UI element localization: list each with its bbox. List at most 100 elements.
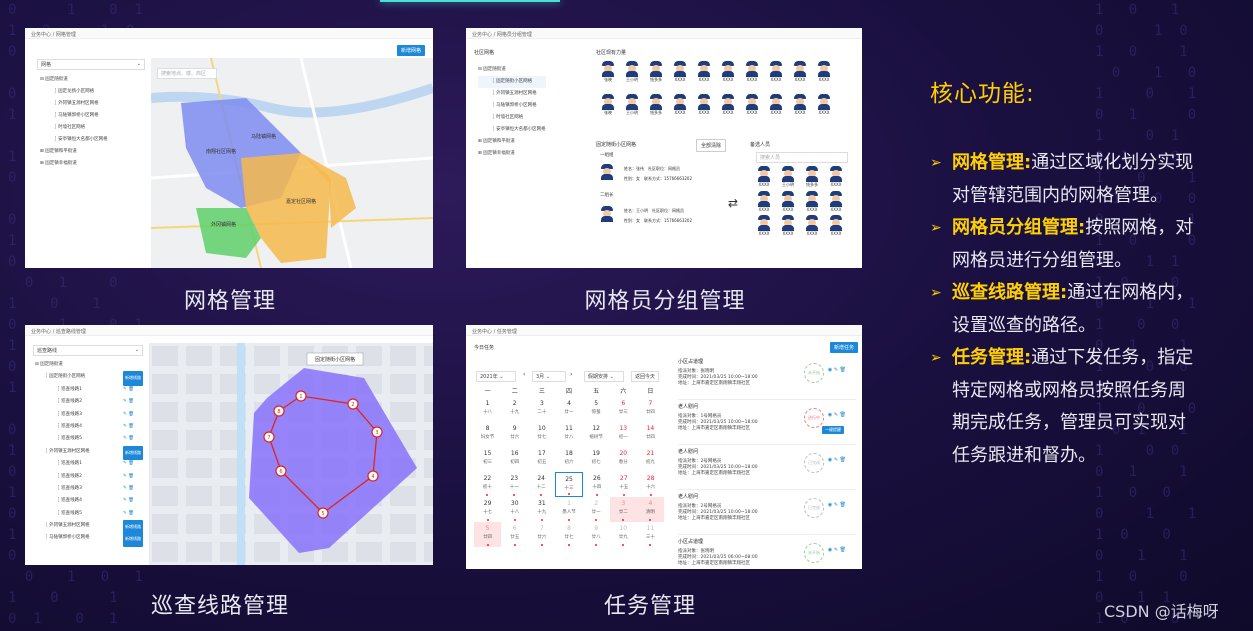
member-avatar[interactable]: XXXX [670, 61, 690, 82]
calendar-day[interactable]: 17 初五 [528, 447, 555, 472]
member-avatar[interactable]: XXXX [826, 191, 846, 212]
calendar-day[interactable]: 5 惊蛰 [583, 397, 610, 422]
task-actions[interactable]: ◉ ✎ 🗑 [828, 367, 846, 373]
tree-item[interactable]: ┊ 马陆镇郭桥小区网格 新增线路 [35, 532, 143, 547]
calendar-day[interactable]: 9 廿六 [501, 422, 528, 447]
member-avatar[interactable]: XXXX [766, 61, 786, 82]
calendar-day[interactable]: 6 廿三 [610, 397, 637, 422]
member-avatar[interactable]: XXXX [778, 215, 798, 236]
calendar-day[interactable]: 10 廿九 [610, 522, 637, 547]
edit-icon[interactable]: ✎ 🗑 [123, 483, 134, 495]
tree-item[interactable]: ┊ 巡查线路4 ✎ 🗑 [35, 495, 134, 507]
member-card[interactable]: 姓名：张伟 社区职位：网格员 性别：女 联系方式：15766663202 [600, 160, 720, 190]
new-task-button[interactable]: 新增任务 [830, 342, 859, 353]
calendar-day[interactable]: 31 十九 [528, 497, 555, 522]
member-avatar[interactable]: 王小明 [622, 94, 642, 116]
calendar-day[interactable]: 8 廿七 [555, 522, 582, 547]
member-avatar[interactable]: 钱多多 [646, 94, 666, 116]
edit-icon[interactable]: ✎ 🗑 [123, 458, 134, 470]
calendar-day[interactable]: 18 初六 [555, 447, 582, 472]
calendar-day[interactable]: 3 二十 [528, 397, 555, 422]
calendar-day[interactable]: 8 妇女节 [474, 422, 501, 447]
member-avatar[interactable]: XXXX [754, 215, 774, 236]
edit-icon[interactable]: ✎ 🗑 [123, 495, 134, 507]
tree-item[interactable]: ⊞ 固定镇和平街道 [40, 146, 108, 158]
edit-icon[interactable]: ✎ 🗑 [123, 471, 134, 483]
calendar-day[interactable]: 22 初十 [474, 472, 501, 497]
calendar-day[interactable]: 4 廿一 [555, 397, 582, 422]
tree-item[interactable]: ⊟ 固定随街道 [478, 64, 546, 76]
tree-item[interactable]: ┊ 时墙社区网格 [40, 122, 108, 134]
member-avatar[interactable]: 钱多多 [646, 61, 666, 83]
task-item[interactable]: 小区占道理 指派对象：张晓明 完成时间：2021/03/25 06:00~08:00… [678, 535, 856, 569]
member-avatar[interactable]: 钱多多 [802, 166, 822, 188]
map-search-input[interactable]: 搜索地点、楼、商区 [157, 68, 217, 79]
task-item[interactable]: 老人慰问 指派对象：2号网格员 完成时间：2021/03/25 10:00~18:0… [678, 490, 856, 535]
calendar-day[interactable]: 1 愚人节 [555, 497, 582, 522]
swap-icon[interactable]: ⇄ [728, 196, 738, 210]
tree-item[interactable]: ⊞ 固定镇幸福街道 [40, 158, 108, 170]
calendar-day[interactable]: 11 三十 [637, 522, 664, 547]
tree-item[interactable]: ⊟ 固定随街道 [40, 74, 108, 86]
tree-item[interactable]: ┊ 巡查线路5 ✎ 🗑 [35, 433, 134, 445]
member-avatar[interactable]: XXXX [670, 94, 690, 115]
member-avatar[interactable]: XXXX [718, 61, 738, 82]
member-avatar[interactable]: 王小明 [778, 166, 798, 188]
member-avatar[interactable]: XXXX [742, 94, 762, 115]
task-item[interactable]: 老人慰问 指派对象：2号网格员 完成时间：2021/03/25 10:00~18:0… [678, 445, 856, 490]
edit-icon[interactable]: ✎ 🗑 [123, 508, 134, 520]
calendar-day[interactable]: 6 廿五 [501, 522, 528, 547]
calendar-day[interactable]: 3 廿二 [609, 497, 637, 522]
grid-select[interactable]: 网格 ⌄ [37, 59, 145, 70]
calendar-day[interactable]: 25 十三 [554, 472, 584, 497]
member-card[interactable]: 姓名：王小明 社区职位：网格员 性别：女 联系方式：15766663202 [600, 202, 720, 232]
calendar-day[interactable]: 7 廿四 [637, 397, 664, 422]
tree-item[interactable]: ┊ 巡查线路1 ✎ 🗑 [35, 384, 134, 396]
calendar-day[interactable]: 7 廿六 [528, 522, 555, 547]
calendar-day[interactable]: 29 十七 [474, 497, 501, 522]
calendar-day[interactable]: 20 春分 [610, 447, 637, 472]
calendar-day[interactable]: 28 十六 [637, 472, 664, 497]
calendar-day[interactable]: 9 廿八 [583, 522, 610, 547]
calendar-day[interactable]: 14 廿四 [637, 422, 664, 447]
tree-item[interactable]: ┊ 时墙社区网格 [478, 112, 546, 124]
tree-item[interactable]: ┊ 巡查线路5 ✎ 🗑 [35, 508, 134, 520]
arrange-select[interactable]: 假期安排 ⌄ [584, 371, 624, 382]
calendar-day[interactable]: 16 初四 [501, 447, 528, 472]
calendar-day[interactable]: 5 廿四 [474, 522, 502, 547]
tree-item[interactable]: ┊ 马陆镇郭桥小区网格 [478, 100, 546, 112]
member-avatar[interactable]: XXXX [766, 94, 786, 115]
tree-item[interactable]: ┊ 安亭镇恒大名都小区网格 [40, 134, 108, 146]
calendar-day[interactable]: 27 十五 [610, 472, 637, 497]
tree-item[interactable]: ┊ 外冈镇五源村区网格 [40, 98, 108, 110]
member-avatar[interactable]: XXXX [814, 61, 834, 82]
clear-all-button[interactable]: 全部清除 [696, 139, 727, 152]
member-avatar[interactable]: XXXX [778, 191, 798, 212]
calendar-day[interactable]: 30 十八 [501, 497, 528, 522]
task-item[interactable]: 老人慰问 指派对象：1号网格员 完成时间：2021/03/25 10:00~18:0… [678, 400, 856, 445]
month-select[interactable]: 3月 ⌄ [532, 371, 566, 382]
member-avatar[interactable]: XXXX [718, 94, 738, 115]
calendar-day[interactable]: 2 廿一 [583, 497, 610, 522]
member-avatar[interactable]: XXXX [694, 94, 714, 115]
tree-item[interactable]: ┊ 安亭镇恒大名都小区网格 [478, 124, 546, 136]
edit-icon[interactable]: ✎ 🗑 [123, 409, 134, 421]
tree-item[interactable]: ┊ 固定龙扬小区网格 [40, 86, 108, 98]
edit-icon[interactable]: ✎ 🗑 [123, 433, 134, 445]
tree-item[interactable]: ┊ 巡查线路4 ✎ 🗑 [35, 421, 134, 433]
member-avatar[interactable]: XXXX [754, 191, 774, 212]
back-today-button[interactable]: 返回今天 [631, 371, 660, 382]
calendar-day[interactable]: 11 廿八 [555, 422, 582, 447]
add-route-button[interactable]: 新增线路 [123, 532, 143, 547]
tree-item[interactable]: ┊ 固定随街小区网格 [478, 76, 546, 88]
member-avatar[interactable]: XXXX [814, 94, 834, 115]
member-avatar[interactable]: XXXX [754, 166, 774, 187]
tree-item[interactable]: ⊞ 固定镇和平街道 [478, 136, 546, 148]
calendar-day[interactable]: 10 廿七 [528, 422, 555, 447]
next-month-icon[interactable]: › [570, 371, 572, 378]
tree-item[interactable]: ┊ 马陆镇郭桥小区网格 [40, 110, 108, 122]
route-map[interactable]: 8 1 2 3 4 5 6 7 固定随街小区网格 [149, 343, 433, 565]
calendar-day[interactable]: 24 十二 [528, 472, 555, 497]
calendar-day[interactable]: 15 初三 [474, 447, 501, 472]
member-avatar[interactable]: XXXX [802, 215, 822, 236]
